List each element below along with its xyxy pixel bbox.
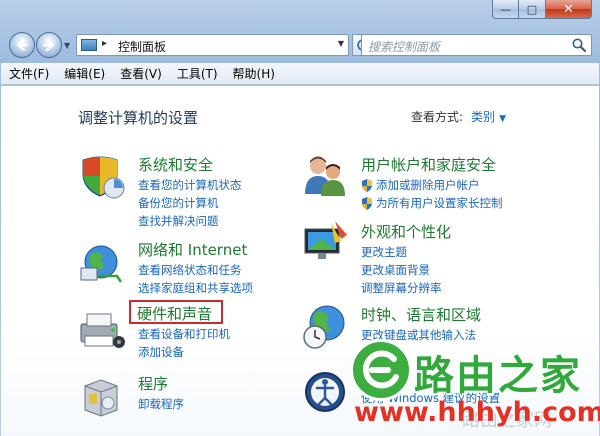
view-by-control: 查看方式: 类别 ▼ (411, 108, 506, 125)
programs-title[interactable]: 程序 (138, 373, 168, 394)
menu-tools[interactable]: 工具(T) (177, 65, 218, 82)
back-button[interactable] (9, 32, 35, 58)
uac-shield-icon (362, 197, 372, 210)
uac-shield-icon (362, 179, 372, 192)
chevron-down-icon[interactable]: ▼ (499, 114, 506, 124)
backup-computer-link[interactable]: 备份您的计算机 (138, 195, 219, 211)
caption-buttons: — □ ✕ (492, 0, 592, 19)
menu-view[interactable]: 查看(V) (120, 65, 162, 82)
breadcrumb-separator-icon[interactable]: ▸ (102, 38, 107, 49)
uninstall-program-link[interactable]: 卸载程序 (138, 396, 184, 412)
system-security-title[interactable]: 系统和安全 (138, 154, 213, 175)
control-panel-icon (81, 39, 97, 51)
router-logo-icon (362, 350, 399, 389)
change-theme-link[interactable]: 更改主题 (361, 244, 407, 260)
menu-file[interactable]: 文件(F) (9, 65, 49, 82)
clock-globe-icon[interactable] (301, 303, 349, 351)
parental-controls-link[interactable]: 为所有用户设置家长控制 (376, 195, 503, 211)
view-devices-printers-link[interactable]: 查看设备和打印机 (138, 326, 230, 342)
ease-of-access-icon[interactable] (301, 368, 349, 416)
search-placeholder: 搜索控制面板 (368, 40, 441, 54)
page-title: 调整计算机的设置 (78, 109, 199, 127)
highlight-box (129, 300, 223, 324)
printer-icon[interactable] (77, 306, 125, 354)
users-icon[interactable] (301, 152, 349, 200)
close-button[interactable]: ✕ (546, 0, 592, 19)
programs-box-icon[interactable] (77, 372, 125, 420)
forward-button[interactable] (36, 32, 62, 58)
address-bar-row: ▼ ▸ 控制面板 ▼ 搜索控制面板 (0, 28, 600, 62)
search-icon[interactable] (571, 37, 587, 53)
add-device-link[interactable]: 添加设备 (138, 344, 184, 360)
user-accounts-title[interactable]: 用户帐户和家庭安全 (361, 154, 496, 175)
network-globe-icon[interactable] (77, 238, 125, 286)
window-frame: — □ ✕ ▼ ▸ 控制面板 ▼ 搜索控制面板 文件(F) 编辑(E) 查看(V… (0, 0, 600, 436)
change-desktop-background-link[interactable]: 更改桌面背景 (361, 262, 430, 278)
minimize-button[interactable]: — (492, 0, 519, 19)
watermark-logo (350, 339, 412, 401)
appearance-title[interactable]: 外观和个性化 (361, 221, 451, 242)
search-input[interactable]: 搜索控制面板 (361, 34, 592, 56)
view-network-status-link[interactable]: 查看网络状态和任务 (138, 262, 242, 278)
watermark-brand: 路由之家 (414, 353, 582, 399)
minimize-icon: — (500, 2, 511, 16)
menu-bar: 文件(F) 编辑(E) 查看(V) 工具(T) 帮助(H) (1, 63, 599, 85)
view-by-dropdown[interactable]: 类别 (471, 110, 495, 124)
add-remove-user-link[interactable]: 添加或删除用户帐户 (376, 177, 480, 193)
address-field[interactable]: ▸ 控制面板 ▼ (76, 34, 349, 56)
view-computer-status-link[interactable]: 查看您的计算机状态 (138, 177, 242, 193)
adjust-resolution-link[interactable]: 调整屏幕分辨率 (361, 280, 442, 296)
network-internet-title[interactable]: 网络和 Internet (138, 239, 247, 260)
appearance-monitor-icon[interactable] (301, 219, 349, 267)
breadcrumb-control-panel[interactable]: 控制面板 (118, 38, 166, 55)
recent-pages-chevron-down-icon[interactable]: ▼ (64, 41, 70, 50)
arrow-left-icon (16, 38, 29, 52)
homegroup-sharing-link[interactable]: 选择家庭组和共享选项 (138, 280, 253, 296)
arrow-right-icon (42, 38, 55, 52)
maximize-button[interactable]: □ (519, 0, 546, 19)
clock-language-title[interactable]: 时钟、语言和区域 (361, 304, 481, 325)
menu-edit[interactable]: 编辑(E) (64, 65, 105, 82)
shield-security-icon[interactable] (77, 152, 125, 200)
close-icon: ✕ (563, 1, 574, 17)
address-chevron-down-icon[interactable]: ▼ (338, 39, 344, 48)
view-by-label: 查看方式: (411, 110, 464, 124)
maximize-icon: □ (526, 2, 538, 16)
menu-help[interactable]: 帮助(H) (233, 65, 275, 82)
watermark-url: www.hhhyh.com (354, 397, 600, 428)
find-fix-problems-link[interactable]: 查找并解决问题 (138, 213, 219, 229)
